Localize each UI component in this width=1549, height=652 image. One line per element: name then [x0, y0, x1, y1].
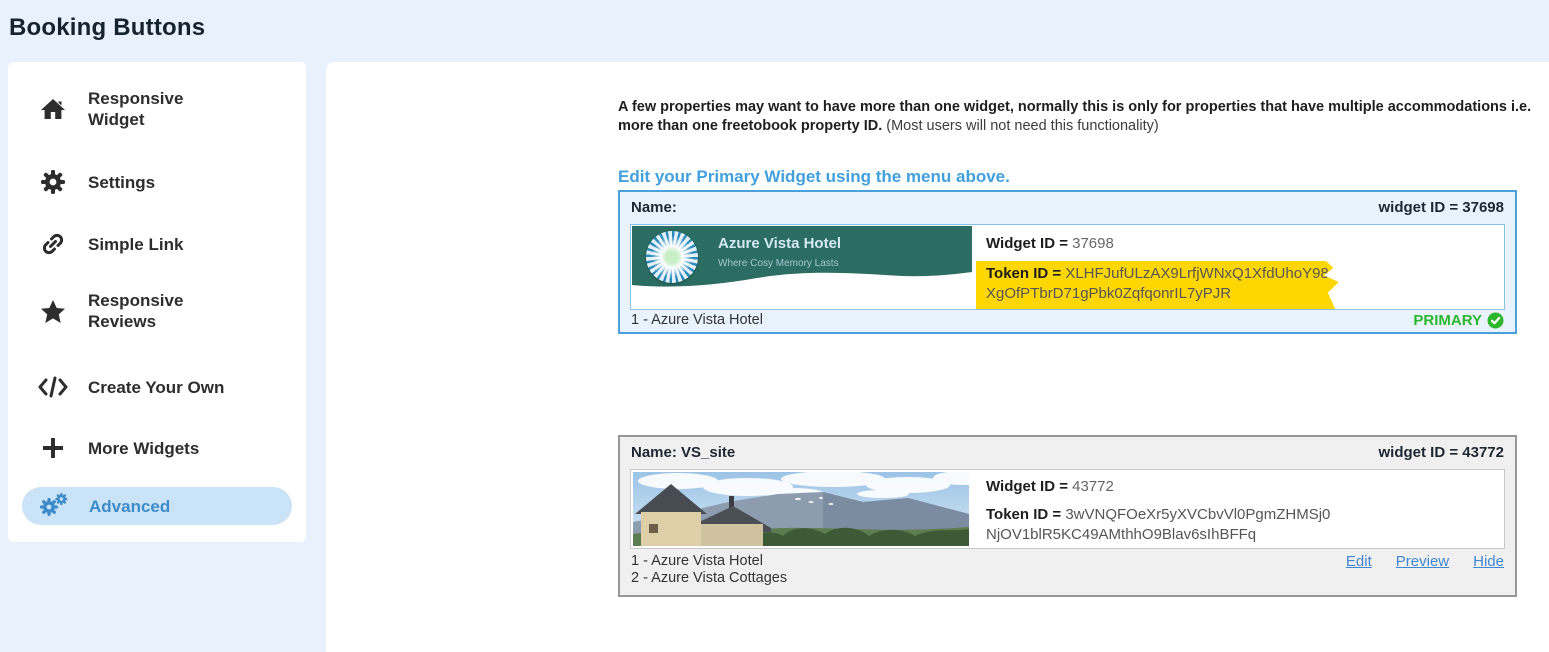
gears-icon: [39, 492, 69, 520]
plus-icon: [38, 436, 68, 460]
widget-info: Widget ID = 37698 Token ID = XLHFJufULzA…: [986, 225, 1498, 309]
home-icon: [38, 97, 68, 121]
code-icon: [38, 376, 68, 398]
sidebar-item-create-your-own[interactable]: Create Your Own: [38, 373, 288, 401]
gear-icon: [38, 169, 68, 195]
widget-preview-box: Azure Vista Hotel Where Cosy Memory Last…: [630, 224, 1505, 310]
card-header: Name: VS_site widget ID = 43772: [620, 437, 1515, 467]
property-item: 2 - Azure Vista Cottages: [631, 570, 787, 587]
sidebar-item-more-widgets[interactable]: More Widgets: [38, 434, 288, 462]
sidebar-item-label: More Widgets: [88, 438, 199, 459]
widget-actions: Edit Preview Hide: [1346, 553, 1504, 570]
sidebar-item-advanced[interactable]: Advanced: [22, 487, 292, 525]
widget-id-row: Widget ID = 43772: [986, 478, 1498, 495]
token-id-highlight: Token ID = XLHFJufULzAX9LrfjWNxQ1XfdUhoY…: [976, 261, 1339, 309]
widget-preview-box: Widget ID = 43772 Token ID = 3wVNQFOeXr5…: [630, 469, 1505, 549]
card-footer: 1 - Azure Vista Hotel PRIMARY: [620, 308, 1515, 332]
property-list: 1 - Azure Vista Hotel 2 - Azure Vista Co…: [631, 553, 787, 587]
banner-subtitle: Where Cosy Memory Lasts: [718, 258, 839, 269]
token-id-label: Token ID =: [986, 506, 1065, 523]
intro-note: (Most users will not need this functiona…: [882, 118, 1158, 134]
widget-id-label: Widget ID =: [986, 235, 1072, 252]
link-icon: [38, 231, 68, 257]
sidebar-item-responsive-widget[interactable]: Responsive Widget: [38, 86, 288, 132]
token-id-line2: NjOV1blR5KC49AMthhO9Blav6sIhBFFq: [986, 526, 1256, 543]
widget-card-secondary: Name: VS_site widget ID = 43772: [618, 435, 1517, 597]
property-item: 1 - Azure Vista Hotel: [631, 553, 787, 570]
primary-label: PRIMARY: [1413, 312, 1482, 329]
card-footer: 1 - Azure Vista Hotel 2 - Azure Vista Co…: [620, 547, 1515, 595]
widget-name-label: Name:: [631, 199, 677, 216]
token-id-row: Token ID = 3wVNQFOeXr5yXVCbvVl0PgmZHMSj0…: [986, 505, 1330, 545]
hide-link[interactable]: Hide: [1473, 553, 1504, 570]
sidebar-item-label: Settings: [88, 172, 155, 193]
token-id-line1: 3wVNQFOeXr5yXVCbvVl0PgmZHMSj0: [1065, 506, 1330, 523]
widget-id-value: 37698: [1072, 235, 1114, 252]
intro-text: A few properties may want to have more t…: [618, 98, 1533, 136]
sidebar: Responsive Widget Settings Simple Link R…: [8, 62, 306, 542]
widget-id-badge: widget ID = 43772: [1379, 444, 1504, 461]
primary-badge: PRIMARY: [1413, 312, 1504, 329]
sidebar-item-label: Advanced: [89, 496, 170, 517]
edit-primary-heading: Edit your Primary Widget using the menu …: [618, 167, 1010, 187]
sidebar-item-label: Responsive Widget: [88, 88, 226, 130]
sidebar-item-settings[interactable]: Settings: [38, 168, 288, 196]
widget-banner-preview: Azure Vista Hotel Where Cosy Memory Last…: [632, 226, 972, 288]
property-list: 1 - Azure Vista Hotel: [631, 312, 763, 329]
token-id-line2: XgOfPTbrD71gPbk0ZqfqonrIL7yPJR: [986, 285, 1231, 302]
widget-id-badge: widget ID = 37698: [1379, 199, 1504, 216]
sidebar-item-label: Responsive Reviews: [88, 290, 226, 332]
landscape-photo: [633, 472, 969, 546]
check-circle-icon: [1487, 312, 1504, 329]
sidebar-item-label: Simple Link: [88, 234, 183, 255]
preview-link[interactable]: Preview: [1396, 553, 1449, 570]
banner-title: Azure Vista Hotel: [718, 235, 841, 252]
token-id-label: Token ID =: [986, 265, 1065, 282]
property-item: 1 - Azure Vista Hotel: [631, 312, 763, 329]
edit-link[interactable]: Edit: [1346, 553, 1372, 570]
sidebar-item-label: Create Your Own: [88, 377, 224, 398]
main-content: A few properties may want to have more t…: [326, 62, 1549, 652]
widget-info: Widget ID = 43772 Token ID = 3wVNQFOeXr5…: [986, 470, 1498, 545]
sidebar-item-responsive-reviews[interactable]: Responsive Reviews: [38, 288, 288, 334]
sidebar-item-simple-link[interactable]: Simple Link: [38, 230, 288, 258]
widget-card-primary: Name: widget ID = 37698 Azure Vista Hote…: [618, 190, 1517, 334]
token-id-line1: XLHFJufULzAX9LrfjWNxQ1XfdUhoY98: [1065, 265, 1328, 282]
card-header: Name: widget ID = 37698: [620, 192, 1515, 222]
star-icon: [38, 299, 68, 324]
widget-name-label: Name: VS_site: [631, 444, 735, 461]
widget-id-row: Widget ID = 37698: [986, 235, 1498, 252]
widget-id-value: 43772: [1072, 478, 1114, 495]
widget-id-label: Widget ID =: [986, 478, 1072, 495]
page-title: Booking Buttons: [9, 14, 205, 42]
hotel-logo-icon: [646, 231, 698, 283]
